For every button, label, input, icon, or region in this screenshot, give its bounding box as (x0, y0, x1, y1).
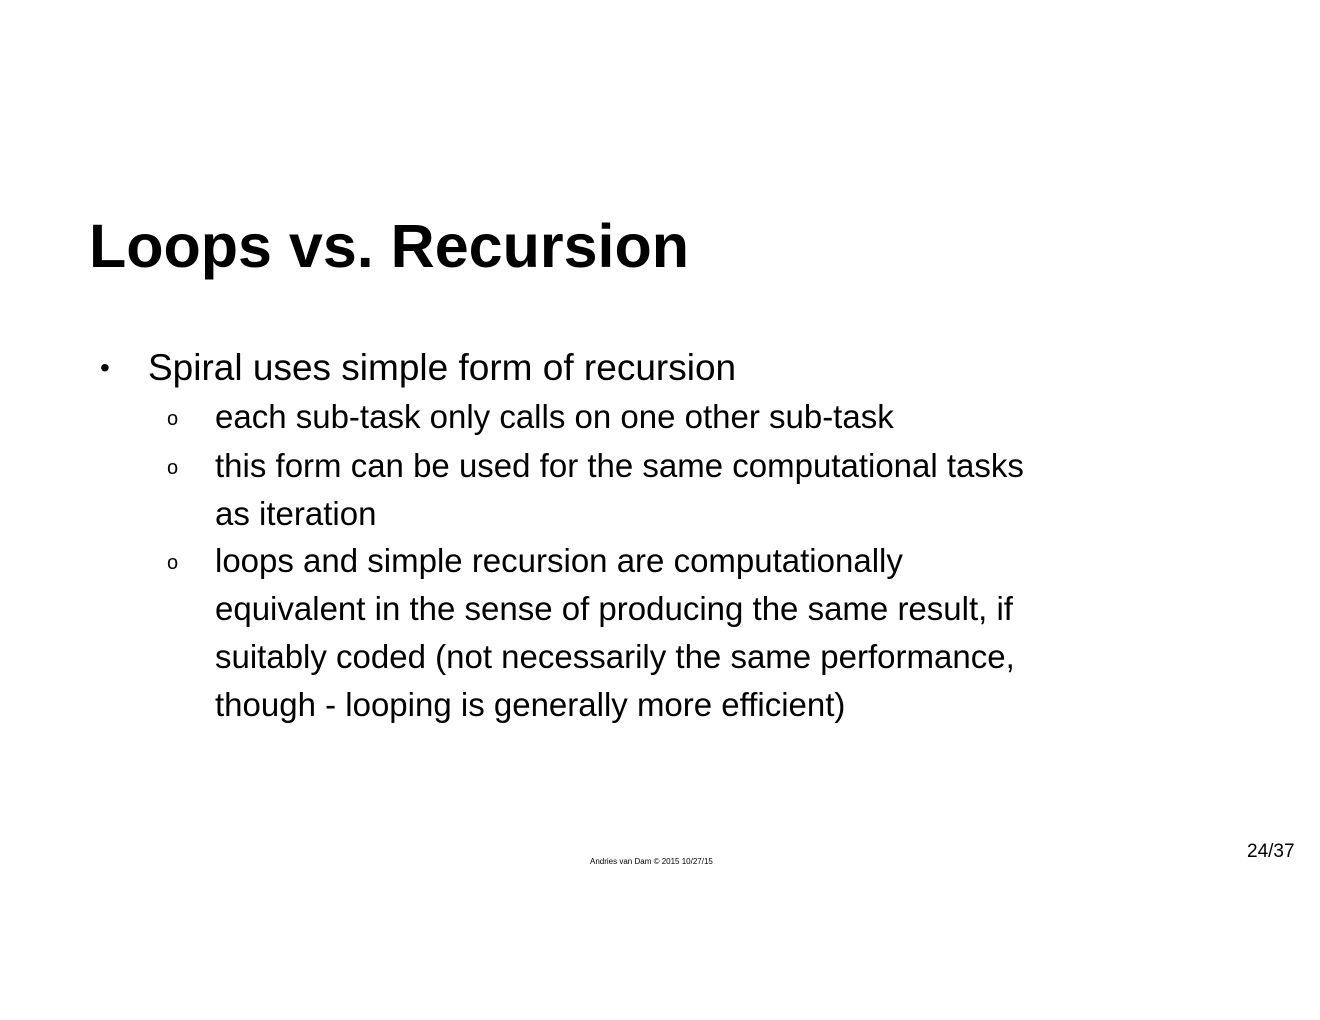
sub-bullet-text: as iteration (215, 495, 377, 532)
footer-credit: Andries van Dam © 2015 10/27/15 (590, 857, 713, 866)
sub-bullet-text: each sub-task only calls on one other su… (215, 398, 894, 435)
sub-bullet-text: suitably coded (not necessarily the same… (215, 638, 1015, 675)
bullet-marker: • (100, 352, 110, 383)
bullet-text: Spiral uses simple form of recursion (148, 347, 737, 388)
sub-bullet-text: loops and simple recursion are computati… (215, 542, 903, 579)
sub-bullet-marker: o (167, 457, 179, 479)
page-number: 24/37 (1247, 841, 1295, 862)
sub-bullet-item: o each sub-task only calls on one other … (167, 393, 1225, 441)
sub-bullet-marker: o (167, 408, 179, 430)
sub-bullet-text: equivalent in the sense of producing the… (215, 590, 1013, 627)
sub-bullet-text: this form can be used for the same compu… (215, 447, 1024, 484)
sub-bullet-text: though - looping is generally more effic… (215, 686, 846, 723)
bullet-item: • Spiral uses simple form of recursion (100, 344, 737, 392)
sub-bullet-item: o this form can be used for the same com… (167, 442, 1225, 538)
sub-bullet-item: o loops and simple recursion are computa… (167, 537, 1225, 729)
sub-bullet-marker: o (167, 552, 179, 574)
slide-title: Loops vs. Recursion (89, 212, 689, 280)
